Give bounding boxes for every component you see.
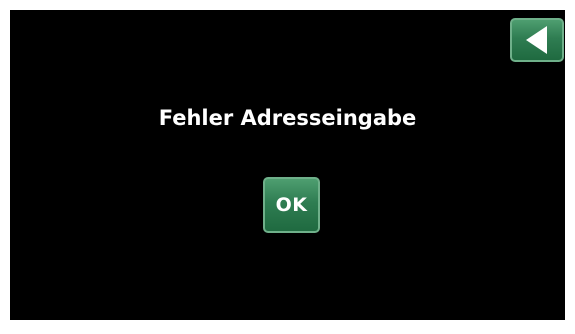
ok-button[interactable]: OK bbox=[263, 177, 320, 233]
error-message: Fehler Adresseingabe bbox=[158, 106, 417, 130]
display-screen: Fehler Adresseingabe OK bbox=[10, 10, 565, 320]
back-arrow-icon bbox=[526, 26, 547, 54]
back-button[interactable] bbox=[510, 18, 564, 62]
ok-button-label: OK bbox=[275, 194, 308, 216]
